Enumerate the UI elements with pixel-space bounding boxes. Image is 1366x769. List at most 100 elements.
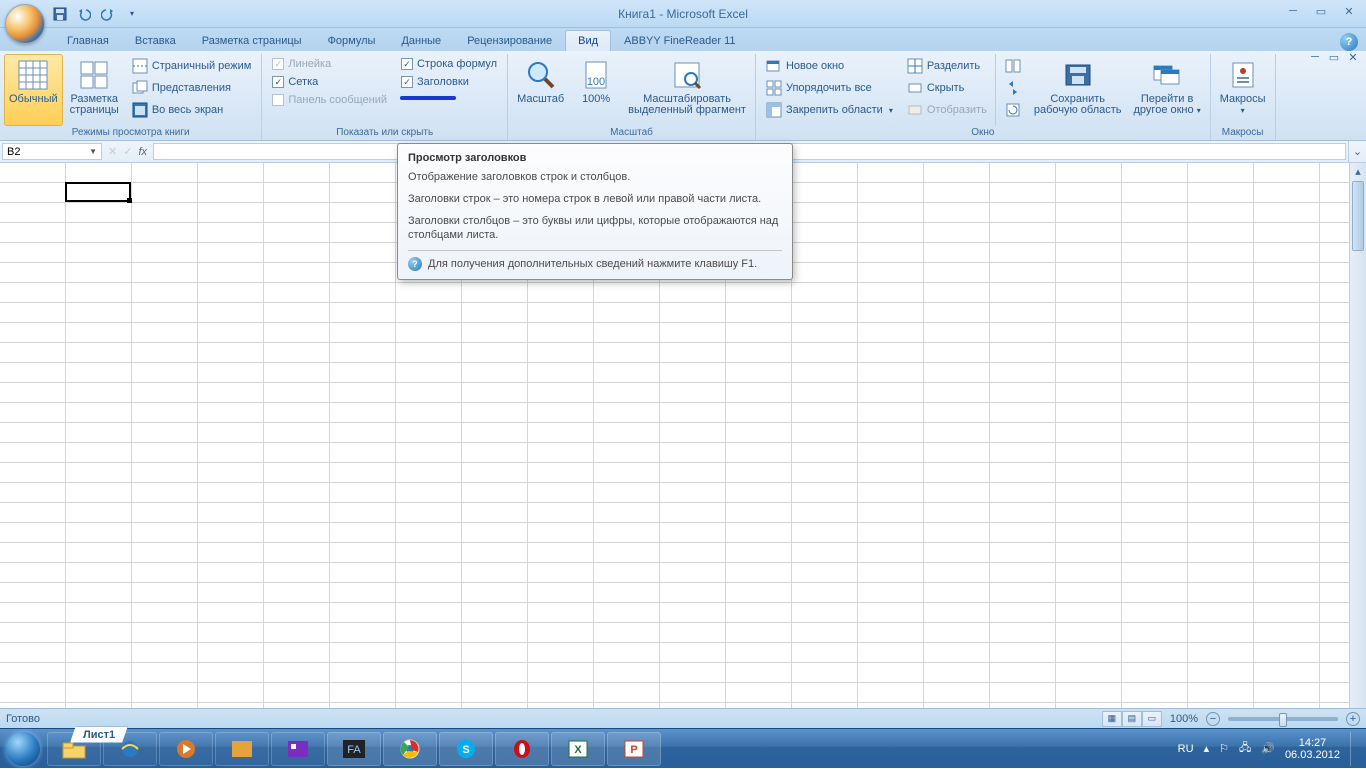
tab-review[interactable]: Рецензирование (454, 30, 565, 51)
custom-views-button[interactable]: Представления (129, 78, 255, 98)
page-layout-view-button[interactable]: Разметка страницы (65, 54, 124, 126)
taskbar-app[interactable] (271, 732, 325, 766)
view-side-by-side-button[interactable] (1002, 56, 1024, 76)
cell-selection[interactable] (65, 182, 131, 202)
tray-show-hidden-icon[interactable]: ▴ (1204, 742, 1210, 755)
expand-formula-bar-icon[interactable]: ⌄ (1348, 141, 1366, 162)
zoom-out-icon[interactable]: − (1206, 712, 1220, 726)
zoom-level[interactable]: 100% (1170, 713, 1198, 725)
tray-lang[interactable]: RU (1178, 743, 1194, 755)
normal-view-icon[interactable]: ▦ (1102, 711, 1122, 727)
chevron-down-icon[interactable]: ▼ (89, 147, 97, 156)
group-workbook-views: Обычный Разметка страницы Страничный реж… (0, 54, 262, 140)
tab-abbyy[interactable]: ABBYY FineReader 11 (611, 30, 749, 51)
custom-views-icon (132, 80, 148, 96)
minimize-button[interactable]: ─ (1280, 2, 1306, 20)
doc-minimize-button[interactable]: ─ (1306, 50, 1324, 64)
checkbox-icon (272, 94, 284, 106)
tab-formulas[interactable]: Формулы (315, 30, 389, 51)
tray-flag-icon[interactable]: ⚐ (1219, 742, 1229, 755)
split-button[interactable]: Разделить (904, 56, 990, 76)
taskbar-app[interactable] (215, 732, 269, 766)
tray-volume-icon[interactable]: 🔊 (1261, 742, 1275, 755)
svg-text:X: X (574, 744, 582, 756)
highlight-mark (400, 96, 456, 100)
macros-button[interactable]: Макросы▾ (1215, 54, 1271, 126)
close-button[interactable]: ✕ (1336, 2, 1362, 20)
group-macros: Макросы▾ Макросы (1211, 54, 1276, 140)
redo-icon[interactable] (98, 4, 118, 24)
name-box[interactable]: ▼ (2, 143, 102, 160)
chevron-down-icon: ▾ (1197, 106, 1201, 115)
page-break-view-button[interactable]: Страничный режим (129, 56, 255, 76)
svg-text:FA: FA (347, 744, 361, 756)
taskbar-powerpoint[interactable]: P (607, 732, 661, 766)
save-icon[interactable] (50, 4, 70, 24)
zoom-in-icon[interactable]: + (1346, 712, 1360, 726)
qat-customize-icon[interactable]: ▾ (122, 4, 142, 24)
ruler-checkbox[interactable]: ✓Линейка (269, 56, 390, 72)
sync-scroll-icon (1005, 80, 1021, 96)
sync-scroll-button[interactable] (1002, 78, 1024, 98)
doc-restore-button[interactable]: ▭ (1325, 50, 1343, 64)
page-break-view-icon[interactable]: ▭ (1142, 711, 1162, 727)
taskbar-opera[interactable] (495, 732, 549, 766)
tab-view[interactable]: Вид (565, 30, 611, 51)
message-bar-checkbox[interactable]: Панель сообщений (269, 92, 390, 108)
zoom-selection-button[interactable]: Масштабировать выделенный фрагмент (623, 54, 751, 126)
save-workspace-button[interactable]: Сохранить рабочую область (1029, 54, 1127, 126)
taskbar-skype[interactable]: S (439, 732, 493, 766)
gridlines-checkbox[interactable]: ✓Сетка (269, 74, 390, 90)
system-tray[interactable]: RU ▴ ⚐ 🖧 🔊 14:27 06.03.2012 (1178, 732, 1366, 766)
name-box-input[interactable] (7, 146, 77, 158)
page-layout-view-icon[interactable]: ▤ (1122, 711, 1142, 727)
tab-data[interactable]: Данные (388, 30, 454, 51)
taskbar-chrome[interactable] (383, 732, 437, 766)
taskbar-media[interactable] (159, 732, 213, 766)
taskbar-excel[interactable]: X (551, 732, 605, 766)
new-window-button[interactable]: Новое окно (763, 56, 896, 76)
office-button[interactable] (5, 4, 45, 44)
tab-home[interactable]: Главная (54, 30, 122, 51)
switch-windows-button[interactable]: Перейти в другое окно ▾ (1129, 54, 1206, 126)
help-icon[interactable]: ? (1340, 33, 1358, 51)
start-button[interactable] (0, 729, 46, 769)
headings-checkbox[interactable]: ✓Заголовки (398, 74, 500, 90)
undo-icon[interactable] (74, 4, 94, 24)
zoom-slider[interactable] (1228, 717, 1338, 721)
doc-close-button[interactable]: ✕ (1344, 50, 1362, 64)
hide-icon (907, 80, 923, 96)
grid-icon (17, 59, 49, 91)
switch-windows-icon (1151, 59, 1183, 91)
show-desktop-button[interactable] (1350, 732, 1360, 766)
checkbox-icon: ✓ (272, 58, 284, 70)
tab-page-layout[interactable]: Разметка страницы (189, 30, 315, 51)
hide-button[interactable]: Скрыть (904, 78, 990, 98)
reset-pos-icon (1005, 102, 1021, 118)
title-bar: ▾ Книга1 - Microsoft Excel ─ ▭ ✕ (0, 0, 1366, 28)
arrange-all-button[interactable]: Упорядочить все (763, 78, 896, 98)
formula-bar-checkbox[interactable]: ✓Строка формул (398, 56, 500, 72)
normal-view-button[interactable]: Обычный (4, 54, 63, 126)
tooltip-help-text: Для получения дополнительных сведений на… (428, 258, 757, 270)
tray-network-icon[interactable]: 🖧 (1239, 739, 1251, 758)
magnifier-icon (525, 59, 557, 91)
svg-text:S: S (462, 744, 469, 756)
tray-clock[interactable]: 14:27 06.03.2012 (1285, 737, 1340, 761)
reset-position-button[interactable] (1002, 100, 1024, 120)
tab-insert[interactable]: Вставка (122, 30, 189, 51)
restore-button[interactable]: ▭ (1308, 2, 1334, 20)
fx-icon[interactable]: fx (138, 146, 147, 158)
zoom-100-button[interactable]: 100 100% (571, 54, 621, 126)
scrollbar-thumb[interactable] (1352, 181, 1364, 251)
taskbar-app[interactable]: FA (327, 732, 381, 766)
freeze-panes-button[interactable]: Закрепить области▾ (763, 100, 896, 120)
zoom-button[interactable]: Масштаб (512, 54, 569, 126)
vertical-scrollbar[interactable]: ▴ ▾ (1349, 163, 1366, 723)
sheet-tab[interactable]: Лист1 (70, 726, 128, 743)
scroll-up-icon[interactable]: ▴ (1350, 163, 1366, 180)
side-by-side-icon (1005, 58, 1021, 74)
zoom-selection-icon (671, 59, 703, 91)
fullscreen-button[interactable]: Во весь экран (129, 100, 255, 120)
window-title: Книга1 - Microsoft Excel (0, 7, 1366, 21)
